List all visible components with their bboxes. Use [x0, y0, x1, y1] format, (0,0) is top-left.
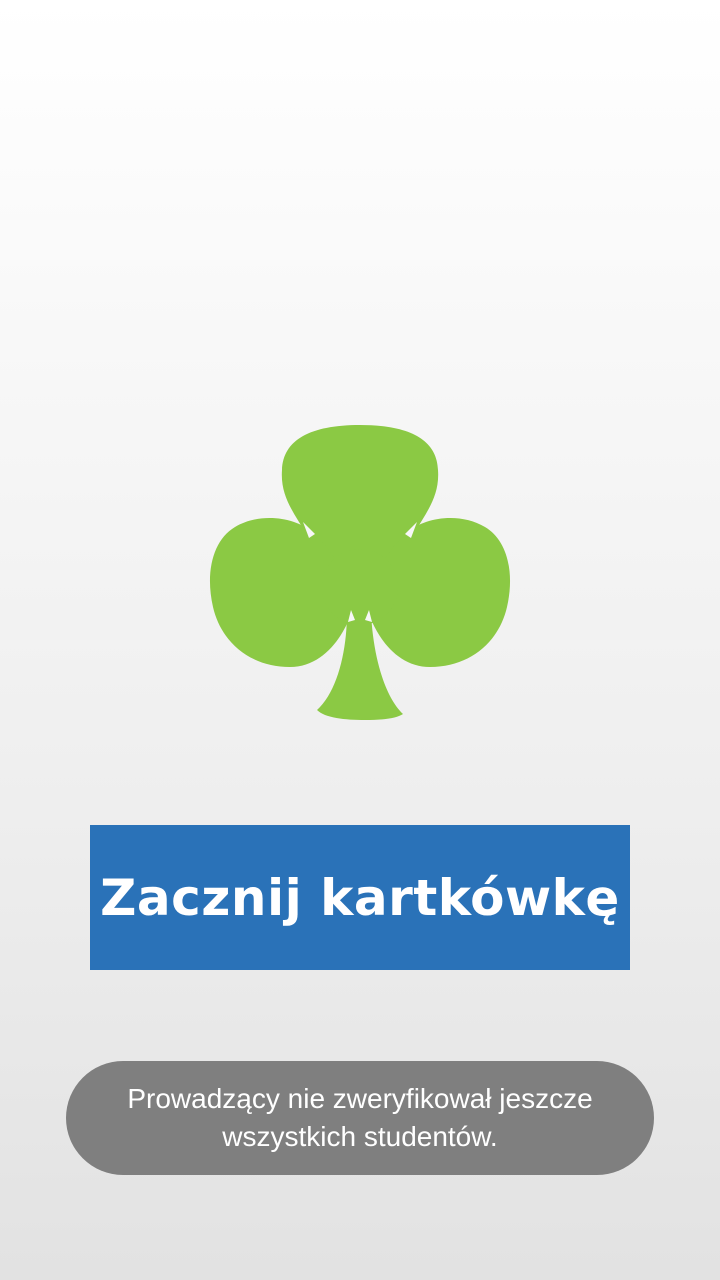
toast-message: Prowadzący nie zweryfikował jeszcze wszy… — [127, 1083, 593, 1152]
clover-logo — [205, 422, 515, 722]
clover-icon — [209, 425, 511, 720]
toast-notification: Prowadzący nie zweryfikował jeszcze wszy… — [66, 1061, 654, 1175]
start-quiz-button[interactable]: Zacznij kartkówkę — [90, 825, 630, 970]
app-screen: Zacznij kartkówkę Prowadzący nie zweryfi… — [0, 0, 720, 1280]
start-quiz-button-label: Zacznij kartkówkę — [100, 868, 620, 927]
